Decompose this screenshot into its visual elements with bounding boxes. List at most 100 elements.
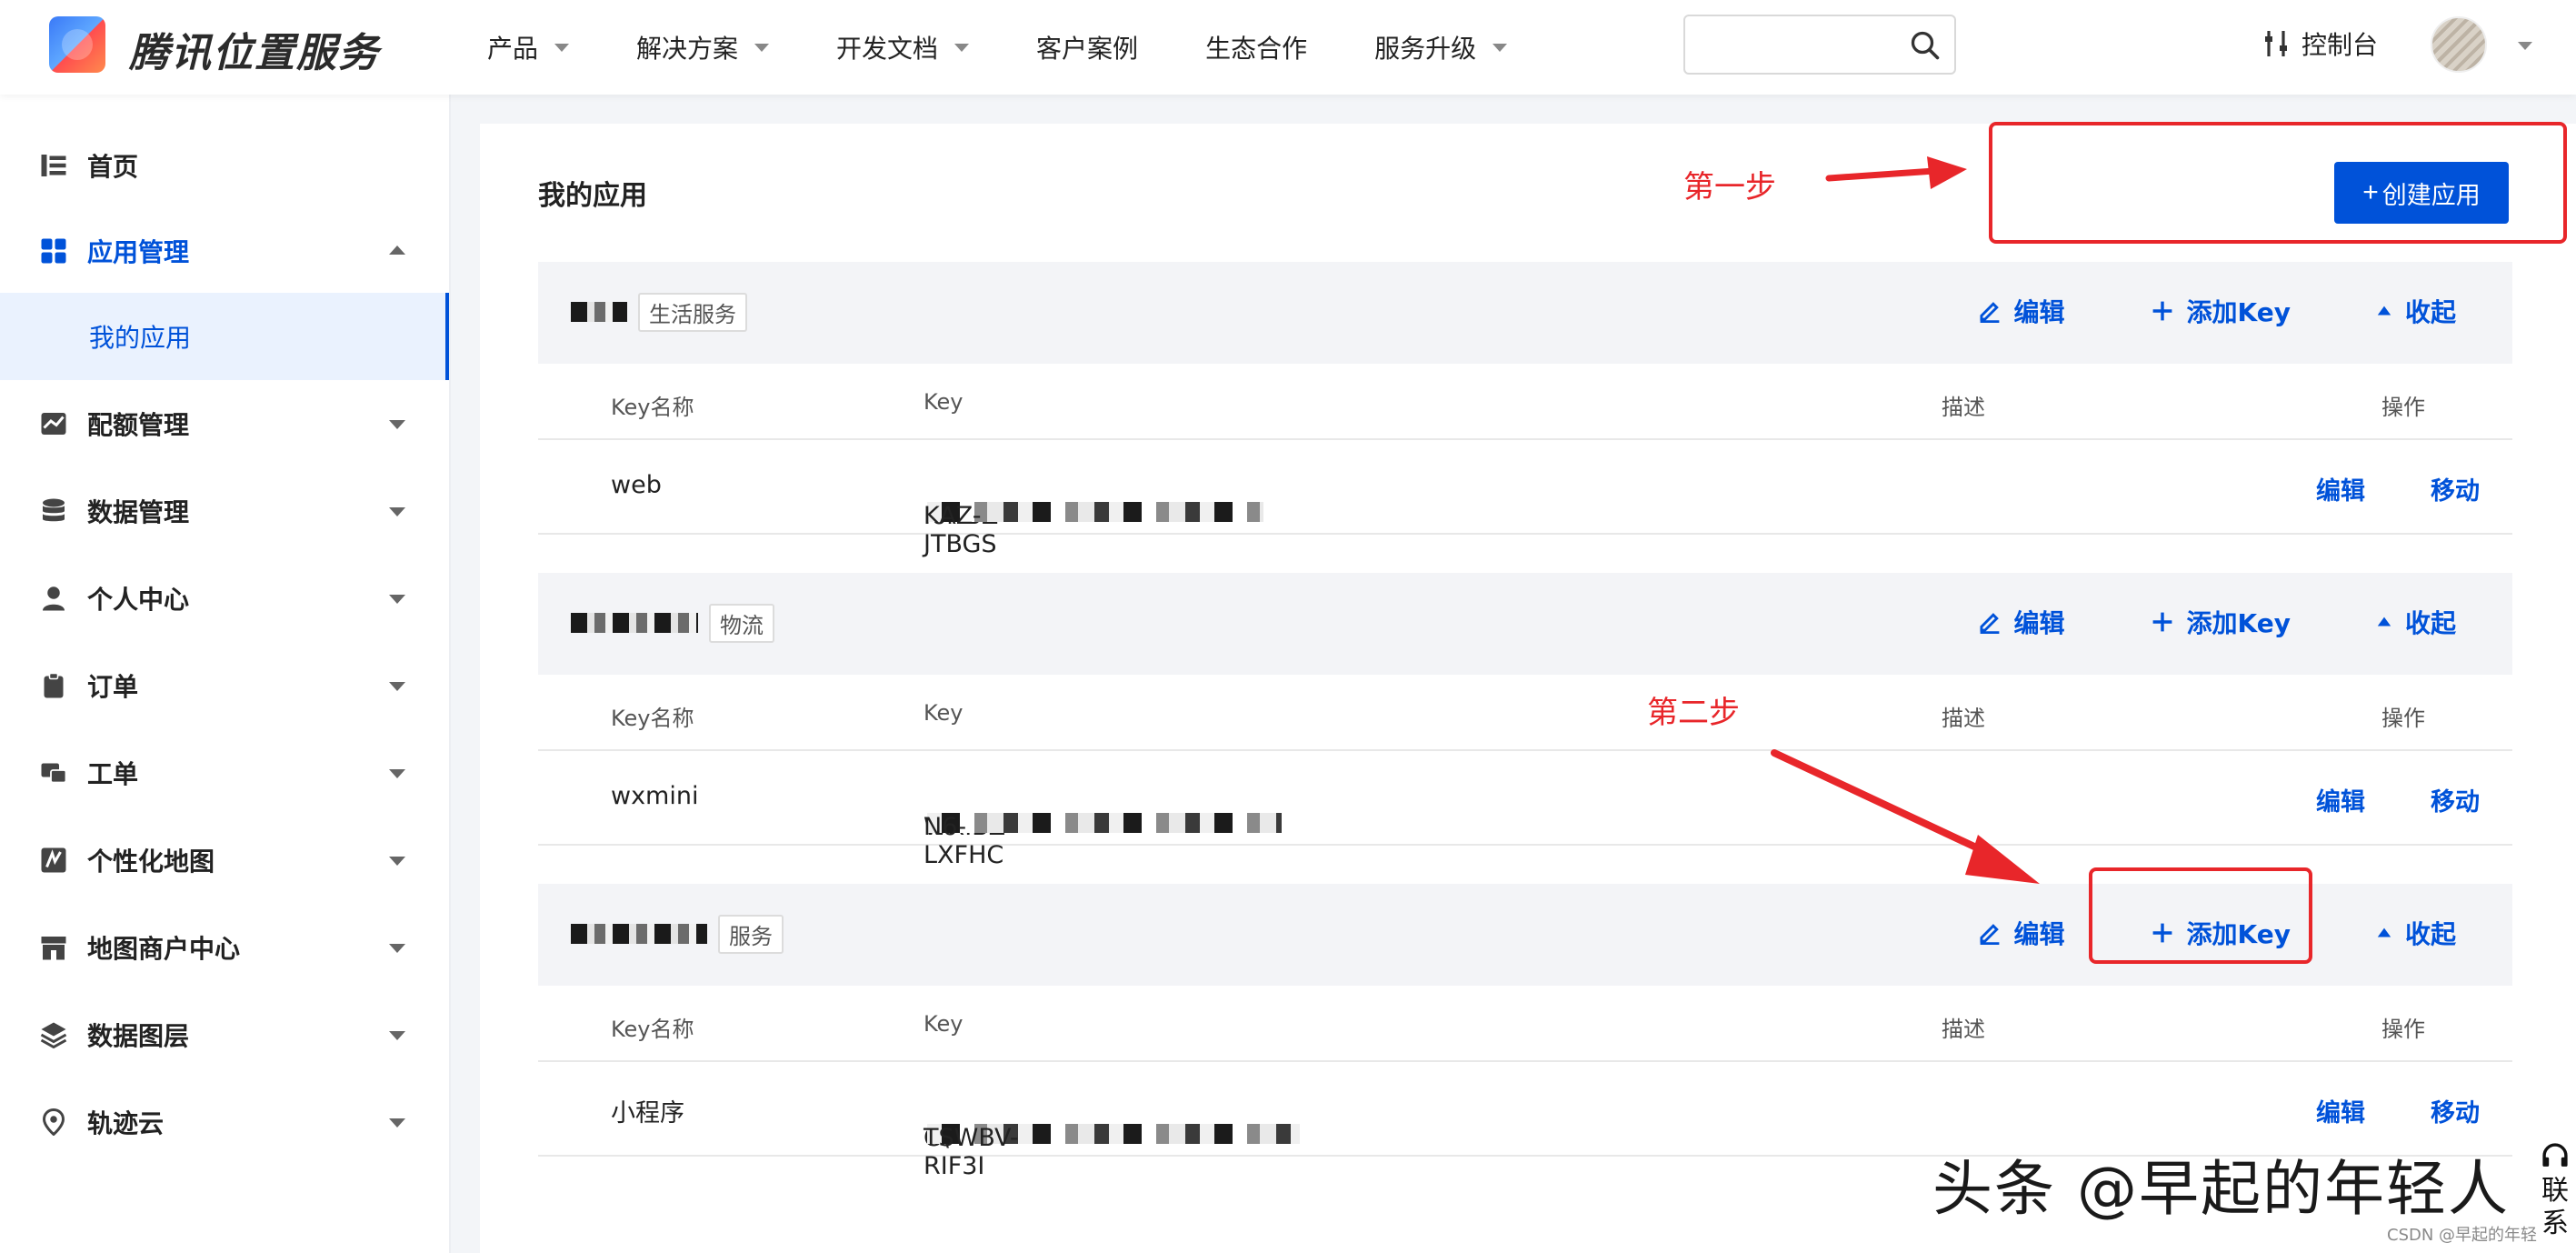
action-label: 收起 bbox=[2404, 608, 2456, 638]
nav-cases[interactable]: 客户案例 bbox=[1036, 29, 1138, 65]
step1-highlight-box bbox=[1989, 122, 2567, 244]
app-header: 物流 编辑 添加Key 收起 bbox=[538, 573, 2512, 675]
chevron-down-icon bbox=[954, 43, 970, 52]
location-pin-icon bbox=[42, 1108, 65, 1136]
chevron-down-icon bbox=[1493, 43, 1508, 52]
search-input[interactable] bbox=[1698, 16, 1907, 71]
chart-icon bbox=[41, 413, 66, 435]
sidebar-item-label: 订单 bbox=[87, 672, 139, 702]
edit-app-button[interactable]: 编辑 bbox=[1978, 604, 2065, 640]
console-link[interactable]: 控制台 bbox=[2263, 25, 2378, 62]
plus-icon bbox=[2152, 301, 2172, 321]
sidebar-item-label: 首页 bbox=[87, 152, 139, 182]
nav-products[interactable]: 产品 bbox=[487, 29, 570, 65]
table-header: Key名称 Key 描述 操作 bbox=[538, 675, 2512, 751]
sidebar-item-data-layers[interactable]: 数据图层 bbox=[0, 991, 449, 1078]
plus-icon bbox=[2152, 612, 2172, 632]
contact-widget[interactable]: 联系 bbox=[2534, 1140, 2576, 1240]
key-suffix: KAZ-JTBGS bbox=[924, 502, 997, 558]
sidebar-item-custom-map[interactable]: 个性化地图 bbox=[0, 817, 449, 904]
nav-label: 客户案例 bbox=[1036, 34, 1139, 64]
top-navbar: 腾讯位置服务 产品 解决方案 开发文档 客户案例 生态合作 服务升级 控制台 bbox=[0, 0, 2576, 95]
nav-upgrade[interactable]: 服务升级 bbox=[1374, 29, 1508, 65]
edit-app-button[interactable]: 编辑 bbox=[1978, 915, 2065, 951]
avatar[interactable] bbox=[2431, 16, 2487, 73]
main-content: 我的应用 + 创建应用 生活服务 编辑 添加Key 收起 Key名称 Key 描述… bbox=[480, 124, 2576, 1253]
nav-label: 生态合作 bbox=[1205, 34, 1308, 64]
user-icon bbox=[43, 586, 65, 611]
console-label: 控制台 bbox=[2301, 30, 2379, 60]
chevron-down-icon bbox=[389, 1031, 405, 1040]
column-header: Key bbox=[924, 700, 964, 726]
column-header: 描述 bbox=[1942, 395, 1985, 420]
table-row: wxmini WXIBZN6-LXFHC 编辑 移动 bbox=[538, 751, 2512, 869]
chevron-down-icon bbox=[389, 420, 405, 429]
sidebar-item-orders[interactable]: 订单 bbox=[0, 642, 449, 729]
brand-name[interactable]: 腾讯位置服务 bbox=[129, 20, 380, 78]
tencent-map-logo[interactable] bbox=[49, 16, 105, 73]
add-key-button[interactable]: 添加Key bbox=[2151, 293, 2291, 329]
sidebar-item-label: 工单 bbox=[87, 759, 139, 789]
edit-key-button[interactable]: 编辑 bbox=[2316, 782, 2365, 817]
key-name: 小程序 bbox=[611, 1099, 684, 1128]
map-style-icon bbox=[41, 847, 66, 873]
collapse-button[interactable]: 收起 bbox=[2376, 604, 2456, 640]
add-key-button[interactable]: 添加Key bbox=[2151, 604, 2291, 640]
sidebar-item-label: 个人中心 bbox=[87, 585, 190, 615]
pencil-icon bbox=[1979, 302, 1999, 323]
move-key-button[interactable]: 移动 bbox=[2431, 471, 2480, 506]
store-icon bbox=[41, 937, 66, 960]
collapse-button[interactable]: 收起 bbox=[2376, 293, 2456, 329]
toutiao-watermark: 头条 @早起的年轻人 bbox=[1932, 1154, 2510, 1224]
sidebar-item-my-apps[interactable]: 我的应用 bbox=[0, 293, 449, 380]
chevron-down-icon bbox=[389, 1118, 405, 1128]
chevron-down-icon[interactable] bbox=[2518, 42, 2532, 50]
app-category-tag: 物流 bbox=[709, 603, 774, 643]
sidebar-item-home[interactable]: 首页 bbox=[0, 122, 449, 209]
nav-solutions[interactable]: 解决方案 bbox=[636, 29, 770, 65]
column-header: Key名称 bbox=[611, 395, 694, 420]
sidebar-item-merchant-center[interactable]: 地图商户中心 bbox=[0, 904, 449, 991]
app-actions: 编辑 添加Key 收起 bbox=[1892, 293, 2456, 329]
move-key-button[interactable]: 移动 bbox=[2431, 1093, 2480, 1128]
sidebar-item-tickets[interactable]: 工单 bbox=[0, 729, 449, 817]
sidebar-item-profile[interactable]: 个人中心 bbox=[0, 555, 449, 642]
move-key-button[interactable]: 移动 bbox=[2431, 782, 2480, 817]
chevron-up-icon bbox=[389, 246, 405, 255]
sidebar-item-data[interactable]: 数据管理 bbox=[0, 467, 449, 555]
collapse-button[interactable]: 收起 bbox=[2376, 915, 2456, 951]
pencil-icon bbox=[1979, 613, 1999, 634]
column-header: Key bbox=[924, 1011, 964, 1037]
table-row: web I6NBZKAZ-JTBGS 编辑 移动 bbox=[538, 440, 2512, 558]
sidebar-item-label: 数据图层 bbox=[87, 1021, 190, 1051]
column-header: Key名称 bbox=[611, 706, 694, 731]
sidebar-item-app-management[interactable]: 应用管理 bbox=[0, 207, 449, 295]
nav-ecosystem[interactable]: 生态合作 bbox=[1205, 29, 1307, 65]
database-icon bbox=[43, 498, 65, 522]
sidebar-item-label: 数据管理 bbox=[87, 497, 190, 527]
action-label: 添加Key bbox=[2186, 297, 2291, 327]
column-header: 操作 bbox=[2381, 1017, 2425, 1042]
key-name: wxmini bbox=[611, 782, 699, 810]
step1-label: 第一步 bbox=[1683, 169, 1776, 205]
search-icon[interactable] bbox=[1909, 29, 1942, 62]
edit-key-button[interactable]: 编辑 bbox=[2316, 471, 2365, 506]
chevron-down-icon bbox=[389, 944, 405, 953]
sidebar-item-track-cloud[interactable]: 轨迹云 bbox=[0, 1078, 449, 1166]
sidebar-item-quota[interactable]: 配额管理 bbox=[0, 380, 449, 467]
edit-key-button[interactable]: 编辑 bbox=[2316, 1093, 2365, 1128]
layers-icon bbox=[40, 1022, 67, 1048]
edit-app-button[interactable]: 编辑 bbox=[1978, 293, 2065, 329]
sidebar-item-label: 我的应用 bbox=[89, 323, 192, 353]
action-label: 编辑 bbox=[2013, 919, 2065, 949]
triangle-up-icon bbox=[2377, 616, 2391, 626]
list-icon bbox=[41, 155, 66, 176]
key-suffix: N6-LXFHC bbox=[924, 813, 1004, 869]
ticket-icon bbox=[41, 763, 67, 784]
nav-docs[interactable]: 开发文档 bbox=[836, 29, 970, 65]
headset-icon bbox=[2542, 1143, 2568, 1167]
step2-label: 第二步 bbox=[1647, 695, 1740, 731]
main-nav: 产品 解决方案 开发文档 客户案例 生态合作 服务升级 bbox=[487, 0, 1574, 95]
nav-label: 开发文档 bbox=[836, 34, 939, 64]
sidebar-item-label: 地图商户中心 bbox=[87, 934, 241, 964]
